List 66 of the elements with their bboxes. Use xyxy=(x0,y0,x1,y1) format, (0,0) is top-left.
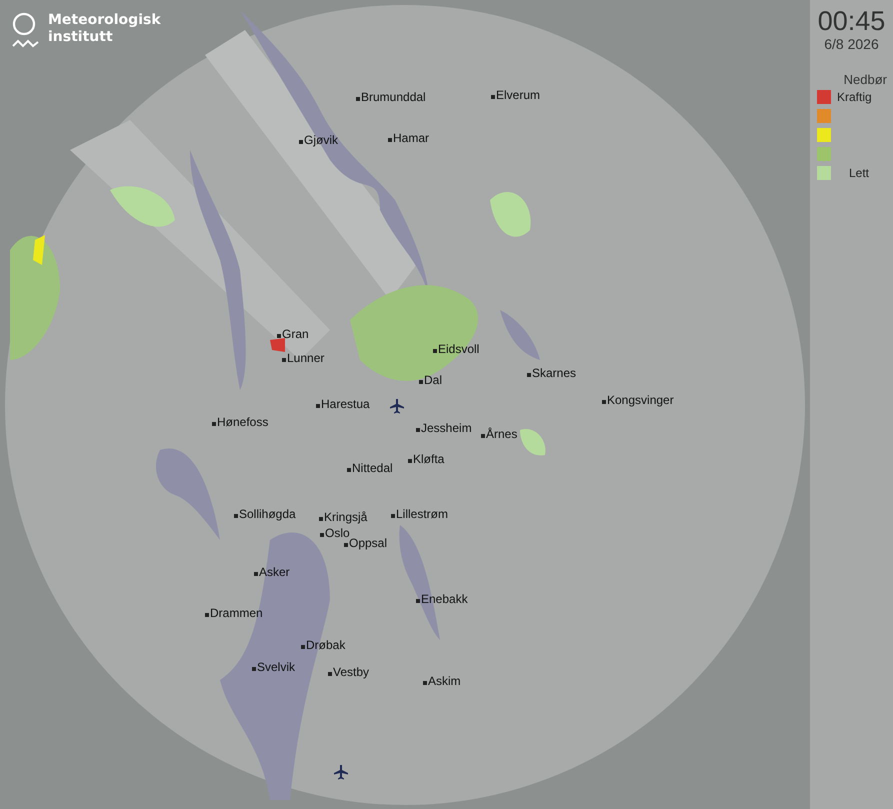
place-label: Hønefoss xyxy=(217,415,268,429)
place-marker xyxy=(234,514,238,518)
place-label: Svelvik xyxy=(257,660,296,674)
place-label: Oslo xyxy=(325,526,350,540)
place-label: Elverum xyxy=(496,88,540,102)
place-label: Lillestrøm xyxy=(396,507,448,521)
place-label: Jessheim xyxy=(421,421,472,435)
place-label: Enebakk xyxy=(421,592,468,606)
place-marker xyxy=(316,404,320,408)
time-text: 00:45 xyxy=(818,6,886,36)
place-marker xyxy=(527,373,531,377)
place-label: Drammen xyxy=(210,606,263,620)
place-marker xyxy=(344,543,348,547)
place-marker xyxy=(347,468,351,472)
place-label: Eidsvoll xyxy=(438,342,480,356)
logo-icon xyxy=(12,12,40,50)
place-marker xyxy=(602,400,606,404)
airplane-icon xyxy=(333,764,349,780)
place-marker xyxy=(328,672,332,676)
place-label: Lunner xyxy=(287,351,324,365)
place-label: Oppsal xyxy=(349,536,388,550)
place-marker xyxy=(356,97,360,101)
place-marker xyxy=(423,681,427,685)
place-label: Harestua xyxy=(321,397,370,411)
airplane-icon xyxy=(389,398,405,414)
place-marker xyxy=(391,514,395,518)
place-label: Vestby xyxy=(333,665,370,679)
place-label: Kringsjå xyxy=(324,510,368,524)
place-marker xyxy=(416,428,420,432)
place-label: Drøbak xyxy=(306,638,346,652)
place-marker xyxy=(491,95,495,99)
place-label: Brumunddal xyxy=(361,90,426,104)
place-label: Hamar xyxy=(393,131,430,145)
place-marker xyxy=(205,613,209,617)
place-marker xyxy=(301,645,305,649)
place-marker xyxy=(416,599,420,603)
place-label: Årnes xyxy=(486,427,518,441)
place-label: Dal xyxy=(424,373,442,387)
place-marker xyxy=(433,349,437,353)
place-label: Kongsvinger xyxy=(607,393,674,407)
place-marker xyxy=(481,434,485,438)
place-label: Gran xyxy=(282,327,309,341)
place-marker xyxy=(319,517,323,521)
place-marker xyxy=(299,140,303,144)
place-marker xyxy=(419,380,423,384)
place-marker xyxy=(320,533,324,537)
place-marker xyxy=(254,572,258,576)
place-label: Skarnes xyxy=(532,366,576,380)
place-marker xyxy=(408,459,412,463)
place-marker xyxy=(252,667,256,671)
legend-label: Kraftig xyxy=(837,90,872,104)
legend-title: Nedbør xyxy=(844,72,887,87)
place-marker xyxy=(277,334,281,338)
place-marker xyxy=(212,422,216,426)
place-label: Asker xyxy=(259,565,290,579)
place-label: Askim xyxy=(428,674,461,688)
place-label: Gjøvik xyxy=(304,133,338,147)
place-marker xyxy=(388,138,392,142)
place-label: Nittedal xyxy=(352,461,393,475)
place-label: Kløfta xyxy=(413,452,444,466)
place-marker xyxy=(282,358,286,362)
logo-text: Meteorologisk xyxy=(48,12,161,29)
place-label: Sollihøgda xyxy=(239,507,296,521)
legend-label: Lett xyxy=(849,166,870,180)
logo-text: institutt xyxy=(48,29,113,46)
date-text: 6/8 2026 xyxy=(824,36,879,52)
